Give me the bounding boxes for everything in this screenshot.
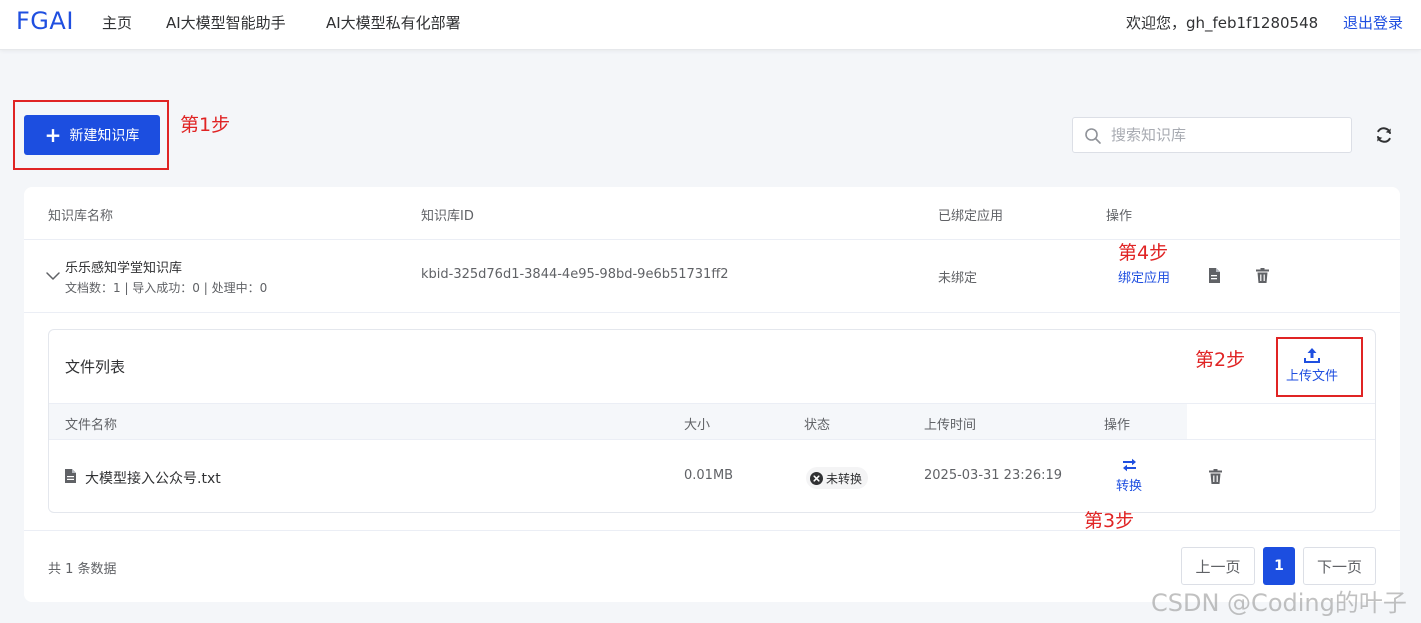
nav-home[interactable]: 主页 xyxy=(102,12,132,33)
kb-stats: 文档数：1 | 导入成功：0 | 处理中：0 xyxy=(65,281,268,295)
top-navbar: FGAI 主页 AI大模型智能助手 AI大模型私有化部署 欢迎您，gh_feb1… xyxy=(0,0,1421,50)
status-badge: 未转换 xyxy=(806,467,869,489)
kb-bound-status: 未绑定 xyxy=(938,271,978,286)
total-count: 共 1 条数据 xyxy=(48,562,117,577)
col-header-file-actions: 操作 xyxy=(1104,418,1131,433)
col-header-size: 大小 xyxy=(684,418,711,433)
swap-icon xyxy=(1122,458,1136,472)
col-header-upload-time: 上传时间 xyxy=(924,418,977,433)
col-header-status: 状态 xyxy=(804,418,831,433)
knowledge-base-card: 知识库名称 知识库ID 已绑定应用 操作 乐乐感知学堂知识库 文档数：1 | 导… xyxy=(24,187,1400,602)
welcome-text: 欢迎您，gh_feb1f1280548 xyxy=(1126,14,1319,32)
file-name: 大模型接入公众号.txt xyxy=(85,471,221,487)
kb-id: kbid-325d76d1-3844-4e95-98bd-9e6b51731ff… xyxy=(421,267,729,282)
file-list-panel: 文件列表 上传文件 文件名称 大小 状态 上传时间 操作 大模型接入公众号.tx… xyxy=(48,329,1376,513)
nav-private-deploy[interactable]: AI大模型私有化部署 xyxy=(326,12,461,33)
divider xyxy=(24,239,1400,240)
search-input[interactable] xyxy=(1111,124,1341,146)
close-circle-icon xyxy=(810,471,823,485)
divider xyxy=(24,312,1400,313)
step1-highlight-box xyxy=(13,100,169,170)
prev-page-button[interactable]: 上一页 xyxy=(1181,547,1255,585)
document-icon[interactable] xyxy=(1208,268,1220,283)
logout-link[interactable]: 退出登录 xyxy=(1343,12,1403,33)
brand-logo[interactable]: FGAI xyxy=(16,7,74,35)
search-icon xyxy=(1085,128,1101,144)
search-box xyxy=(1072,117,1352,153)
file-table-header: 文件名称 大小 状态 上传时间 操作 xyxy=(49,403,1187,440)
divider xyxy=(24,530,1400,531)
col-header-bound-app: 已绑定应用 xyxy=(938,209,1004,224)
trash-icon[interactable] xyxy=(1256,268,1269,283)
bind-app-link[interactable]: 绑定应用 xyxy=(1118,267,1170,286)
nav-ai-assistant[interactable]: AI大模型智能助手 xyxy=(166,12,286,33)
refresh-icon[interactable] xyxy=(1374,125,1394,145)
col-header-file-name: 文件名称 xyxy=(65,418,118,433)
step3-annotation: 第3步 xyxy=(1084,510,1135,532)
next-page-button[interactable]: 下一页 xyxy=(1303,547,1376,585)
file-table-header-filler xyxy=(1187,403,1375,440)
step4-annotation: 第4步 xyxy=(1118,242,1169,264)
convert-label: 转换 xyxy=(1115,479,1142,494)
watermark: CSDN @Coding的叶子 xyxy=(1151,589,1407,617)
col-header-actions: 操作 xyxy=(1106,209,1133,224)
status-text: 未转换 xyxy=(826,471,863,486)
file-size: 0.01MB xyxy=(684,468,734,483)
chevron-down-icon[interactable] xyxy=(45,270,61,282)
col-header-kb-id: 知识库ID xyxy=(421,209,474,224)
col-header-kb-name: 知识库名称 xyxy=(48,209,114,224)
step2-highlight-box xyxy=(1276,337,1363,397)
file-list-title: 文件列表 xyxy=(65,358,126,376)
kb-name: 乐乐感知学堂知识库 xyxy=(65,261,183,276)
step1-annotation: 第1步 xyxy=(180,114,231,136)
step2-annotation: 第2步 xyxy=(1195,349,1246,371)
upload-time: 2025-03-31 23:26:19 xyxy=(924,468,1063,483)
trash-icon[interactable] xyxy=(1209,469,1222,484)
current-page-button[interactable]: 1 xyxy=(1263,547,1295,585)
file-icon xyxy=(65,469,76,483)
convert-button[interactable]: 转换 xyxy=(1109,458,1149,494)
